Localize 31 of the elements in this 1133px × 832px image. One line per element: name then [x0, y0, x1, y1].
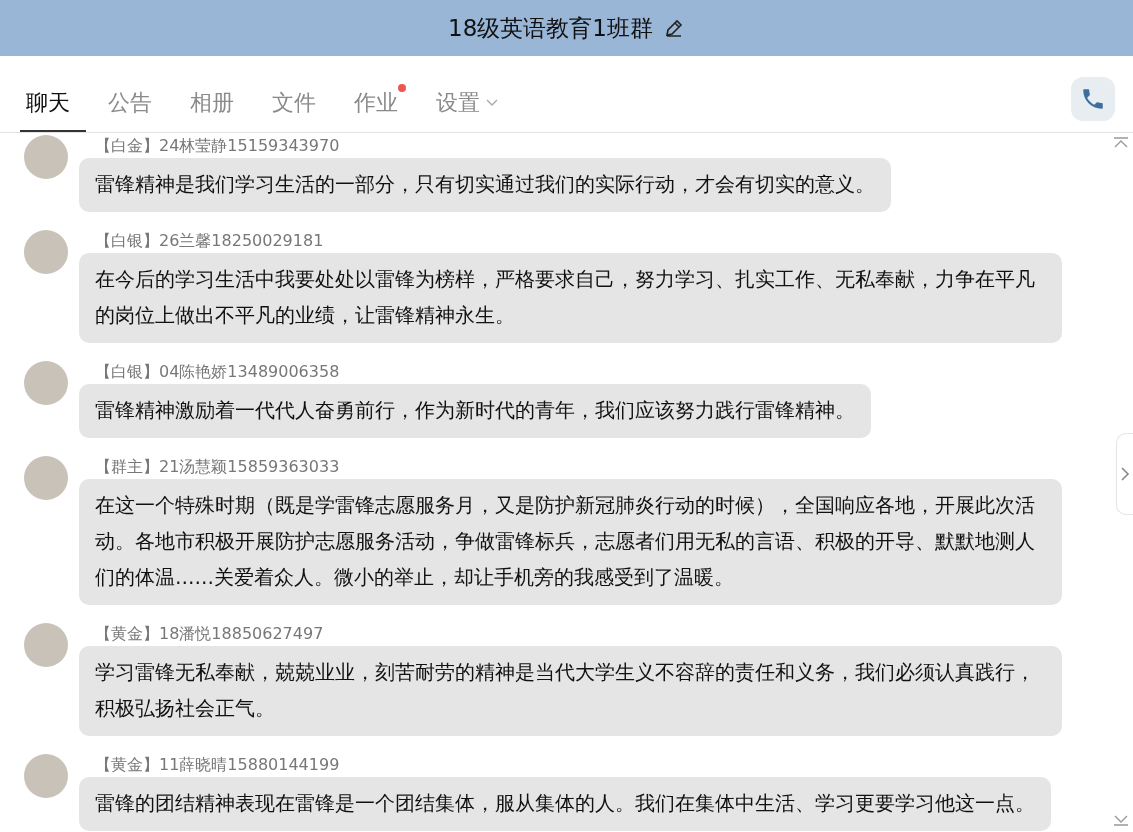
sender-name: 【群主】21汤慧颖15859363033	[95, 456, 340, 478]
message-bubble: 在今后的学习生活中我要处处以雷锋为榜样，严格要求自己，努力学习、扎实工作、无私奉献，力争在平凡的岗位上做出不平凡的业绩，让雷锋精神永生。	[79, 253, 1062, 343]
side-panel-toggle[interactable]	[1116, 433, 1133, 515]
chevron-right-icon	[1120, 466, 1130, 482]
tab[interactable]: 聊天	[20, 88, 86, 132]
message-bubble: 雷锋精神是我们学习生活的一部分，只有切实通过我们的实际行动，才会有切实的意义。	[79, 158, 891, 212]
tab[interactable]: 文件	[256, 88, 332, 132]
tab[interactable]: 相册	[174, 88, 250, 132]
sender-name: 【白银】04陈艳娇13489006358	[95, 361, 340, 383]
tab[interactable]: 设置	[420, 88, 514, 132]
avatar[interactable]	[24, 135, 68, 179]
sender-name: 【白金】24林莹静15159343970	[95, 135, 340, 157]
tab[interactable]: 作业	[338, 88, 414, 132]
sender-name: 【黄金】11薛晓晴15880144199	[95, 754, 340, 776]
avatar[interactable]	[24, 230, 68, 274]
scroll-bottom-icon[interactable]	[1113, 814, 1129, 826]
sender-name: 【白银】26兰馨18250029181	[95, 230, 324, 252]
avatar[interactable]	[24, 361, 68, 405]
tab[interactable]: 公告	[92, 88, 168, 132]
scroll-top-icon[interactable]	[1113, 137, 1129, 149]
avatar[interactable]	[24, 456, 68, 500]
avatar[interactable]	[24, 623, 68, 667]
sender-name: 【黄金】18潘悦18850627497	[95, 623, 324, 645]
message-bubble: 雷锋精神激励着一代代人奋勇前行，作为新时代的青年，我们应该努力践行雷锋精神。	[79, 384, 871, 438]
window-title: 18级英语教育1班群	[448, 13, 653, 43]
message-bubble: 雷锋的团结精神表现在雷锋是一个团结集体，服从集体的人。我们在集体中生活、学习更要学习他这一点。	[79, 777, 1051, 831]
avatar[interactable]	[24, 754, 68, 798]
message-bubble: 学习雷锋无私奉献，兢兢业业，刻苦耐劳的精神是当代大学生义不容辞的责任和义务，我们必须认真践行，积极弘扬社会正气。	[79, 646, 1062, 736]
phone-icon	[1080, 86, 1106, 112]
phone-button[interactable]	[1071, 77, 1115, 121]
message-bubble: 在这一个特殊时期（既是学雷锋志愿服务月，又是防护新冠肺炎行动的时候），全国响应各地，开展此次活动。各地市积极开展防护志愿服务活动，争做雷锋标兵，志愿者们用无私的言语、积极的开导、默默地测人们的体温……关爱着众人。微小的举止，却让手机旁的我感受到了温暖。	[79, 479, 1062, 605]
